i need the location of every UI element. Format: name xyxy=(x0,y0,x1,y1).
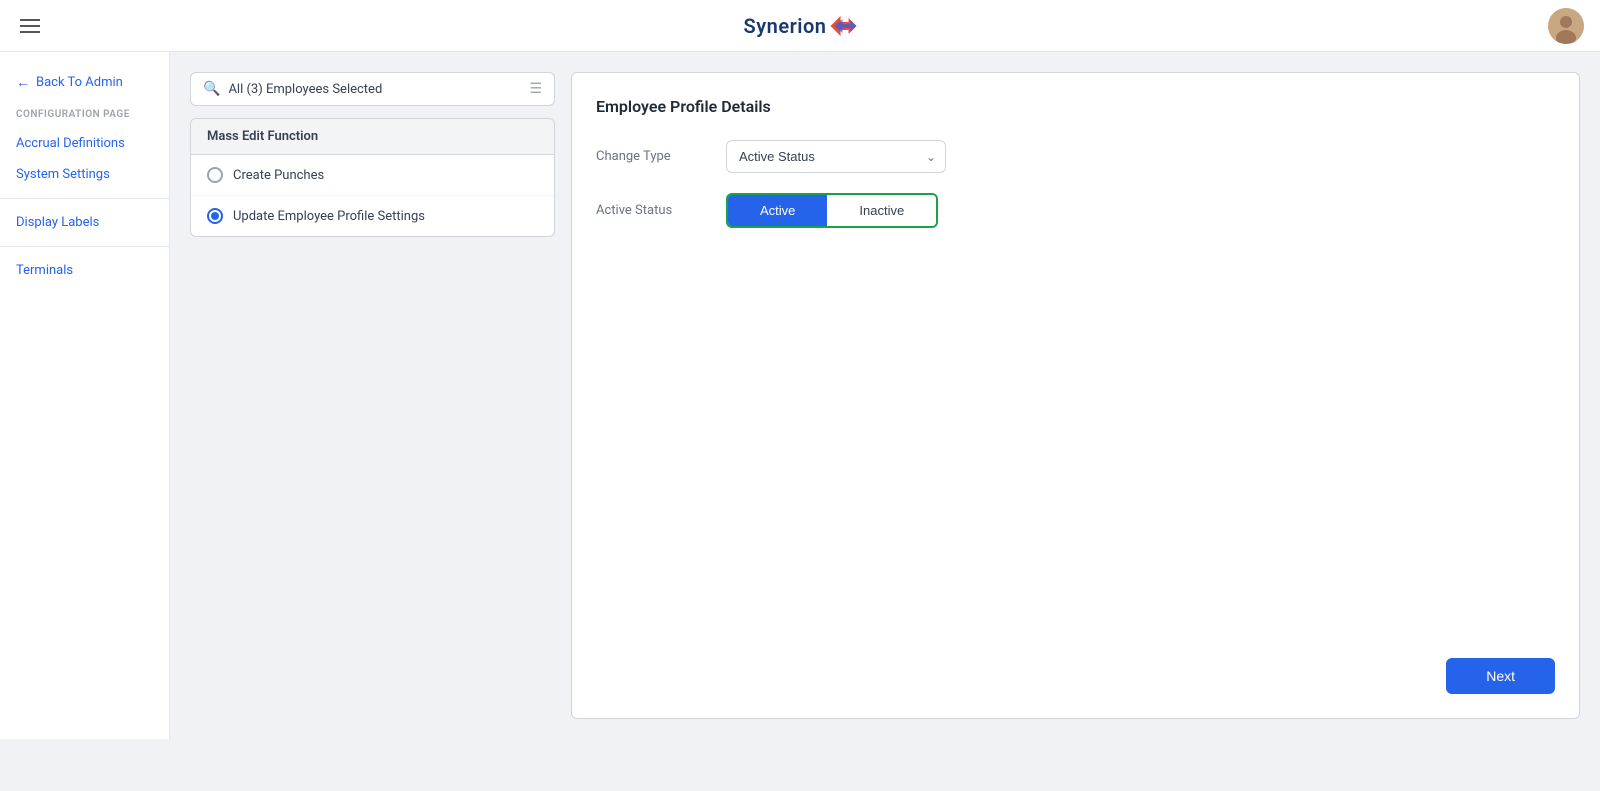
sidebar-item-system-settings[interactable]: System Settings xyxy=(0,159,169,190)
panel-title: Employee Profile Details xyxy=(596,97,1555,116)
filter-icon[interactable]: ☰ xyxy=(529,81,542,97)
change-type-select-wrapper: Active Status Department Pay Group ⌄ xyxy=(726,140,946,173)
avatar[interactable] xyxy=(1548,8,1584,44)
logo: Synerion xyxy=(744,14,857,38)
employees-selected-text: All (3) Employees Selected xyxy=(228,82,521,97)
radio-inner-dot xyxy=(211,212,219,220)
back-arrow-icon: ← xyxy=(16,74,30,91)
sidebar-item-accrual-definitions[interactable]: Accrual Definitions xyxy=(0,128,169,159)
sidebar: ← Back To Admin CONFIGURATION PAGE Accru… xyxy=(0,52,170,739)
next-button-area: Next xyxy=(1446,658,1555,694)
sidebar-item-display-labels[interactable]: Display Labels xyxy=(0,207,169,238)
function-panel-header: Mass Edit Function xyxy=(191,119,554,155)
logo-icon xyxy=(830,16,856,36)
active-status-row: Active Status Active Inactive xyxy=(596,193,1555,228)
system-settings-label: System Settings xyxy=(16,167,110,182)
logo-text: Synerion xyxy=(744,14,827,38)
create-punches-radio[interactable] xyxy=(207,167,223,183)
terminals-label: Terminals xyxy=(16,263,73,278)
update-profile-radio[interactable] xyxy=(207,208,223,224)
inactive-button[interactable]: Inactive xyxy=(827,195,936,226)
display-labels-label: Display Labels xyxy=(16,215,99,230)
right-panel: Employee Profile Details Change Type Act… xyxy=(571,72,1580,719)
search-icon: 🔍 xyxy=(203,81,220,97)
change-type-select[interactable]: Active Status Department Pay Group xyxy=(726,140,946,173)
accrual-definitions-label: Accrual Definitions xyxy=(16,136,125,151)
back-to-admin-link[interactable]: ← Back To Admin xyxy=(0,68,169,97)
main-layout: ← Back To Admin CONFIGURATION PAGE Accru… xyxy=(0,52,1600,739)
app-header: Synerion xyxy=(0,0,1600,52)
active-status-label: Active Status xyxy=(596,203,706,218)
sidebar-divider-2 xyxy=(0,246,169,247)
back-to-admin-label: Back To Admin xyxy=(36,75,123,90)
config-page-label: CONFIGURATION PAGE xyxy=(0,105,169,128)
sidebar-item-terminals[interactable]: Terminals xyxy=(0,255,169,286)
header-left xyxy=(16,15,44,37)
left-panel: 🔍 All (3) Employees Selected ☰ Mass Edit… xyxy=(190,72,555,719)
function-panel: Mass Edit Function Create Punches Update… xyxy=(190,118,555,237)
function-item-create-punches[interactable]: Create Punches xyxy=(191,155,554,196)
active-button[interactable]: Active xyxy=(728,195,827,226)
update-profile-label: Update Employee Profile Settings xyxy=(233,209,425,224)
main-content: 🔍 All (3) Employees Selected ☰ Mass Edit… xyxy=(170,52,1600,739)
sidebar-divider xyxy=(0,198,169,199)
change-type-row: Change Type Active Status Department Pay… xyxy=(596,140,1555,173)
change-type-label: Change Type xyxy=(596,149,706,164)
search-bar: 🔍 All (3) Employees Selected ☰ xyxy=(190,72,555,106)
create-punches-label: Create Punches xyxy=(233,168,324,183)
active-status-toggle-group: Active Inactive xyxy=(726,193,938,228)
function-item-update-profile[interactable]: Update Employee Profile Settings xyxy=(191,196,554,236)
next-button[interactable]: Next xyxy=(1446,658,1555,694)
hamburger-menu[interactable] xyxy=(16,15,44,37)
